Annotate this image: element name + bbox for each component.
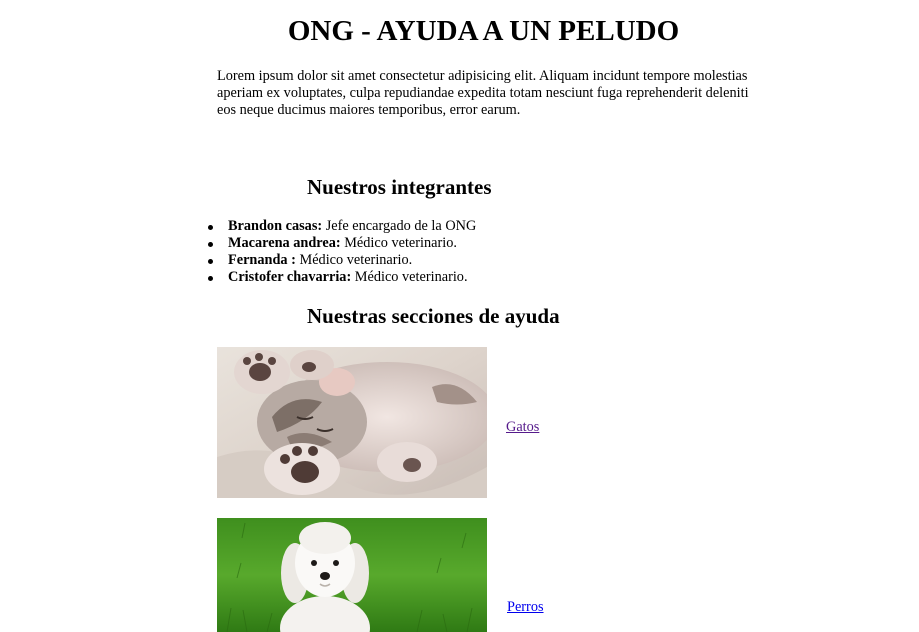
sections-heading: Nuestras secciones de ayuda <box>307 304 560 328</box>
bullet-icon <box>208 276 213 281</box>
list-item: Cristofer chavarria: Médico veterinario. <box>205 269 476 286</box>
members-list: Brandon casas: Jefe encargado de la ONG … <box>205 218 476 286</box>
bullet-icon <box>208 242 213 247</box>
member-name: Brandon casas: <box>228 218 323 234</box>
member-name: Fernanda : <box>228 252 296 268</box>
cats-image <box>217 347 487 498</box>
dogs-link[interactable]: Perros <box>507 599 544 616</box>
intro-paragraph: Lorem ipsum dolor sit amet consectetur a… <box>217 68 749 118</box>
list-item: Fernanda : Médico veterinario. <box>205 252 476 269</box>
member-name: Cristofer chavarria: <box>228 269 352 285</box>
list-item: Brandon casas: Jefe encargado de la ONG <box>205 218 476 235</box>
member-role: Jefe encargado de la ONG <box>322 218 477 234</box>
dogs-image <box>217 518 487 632</box>
cats-link[interactable]: Gatos <box>506 419 539 436</box>
member-role: Médico veterinario. <box>340 235 457 251</box>
bullet-icon <box>208 225 213 230</box>
member-role: Médico veterinario. <box>295 252 413 268</box>
bullet-icon <box>208 259 213 264</box>
member-role: Médico veterinario. <box>351 269 468 285</box>
members-heading: Nuestros integrantes <box>307 175 492 199</box>
list-item: Macarena andrea: Médico veterinario. <box>205 235 476 252</box>
page-title: ONG - AYUDA A UN PELUDO <box>287 15 680 47</box>
member-name: Macarena andrea: <box>228 235 341 251</box>
